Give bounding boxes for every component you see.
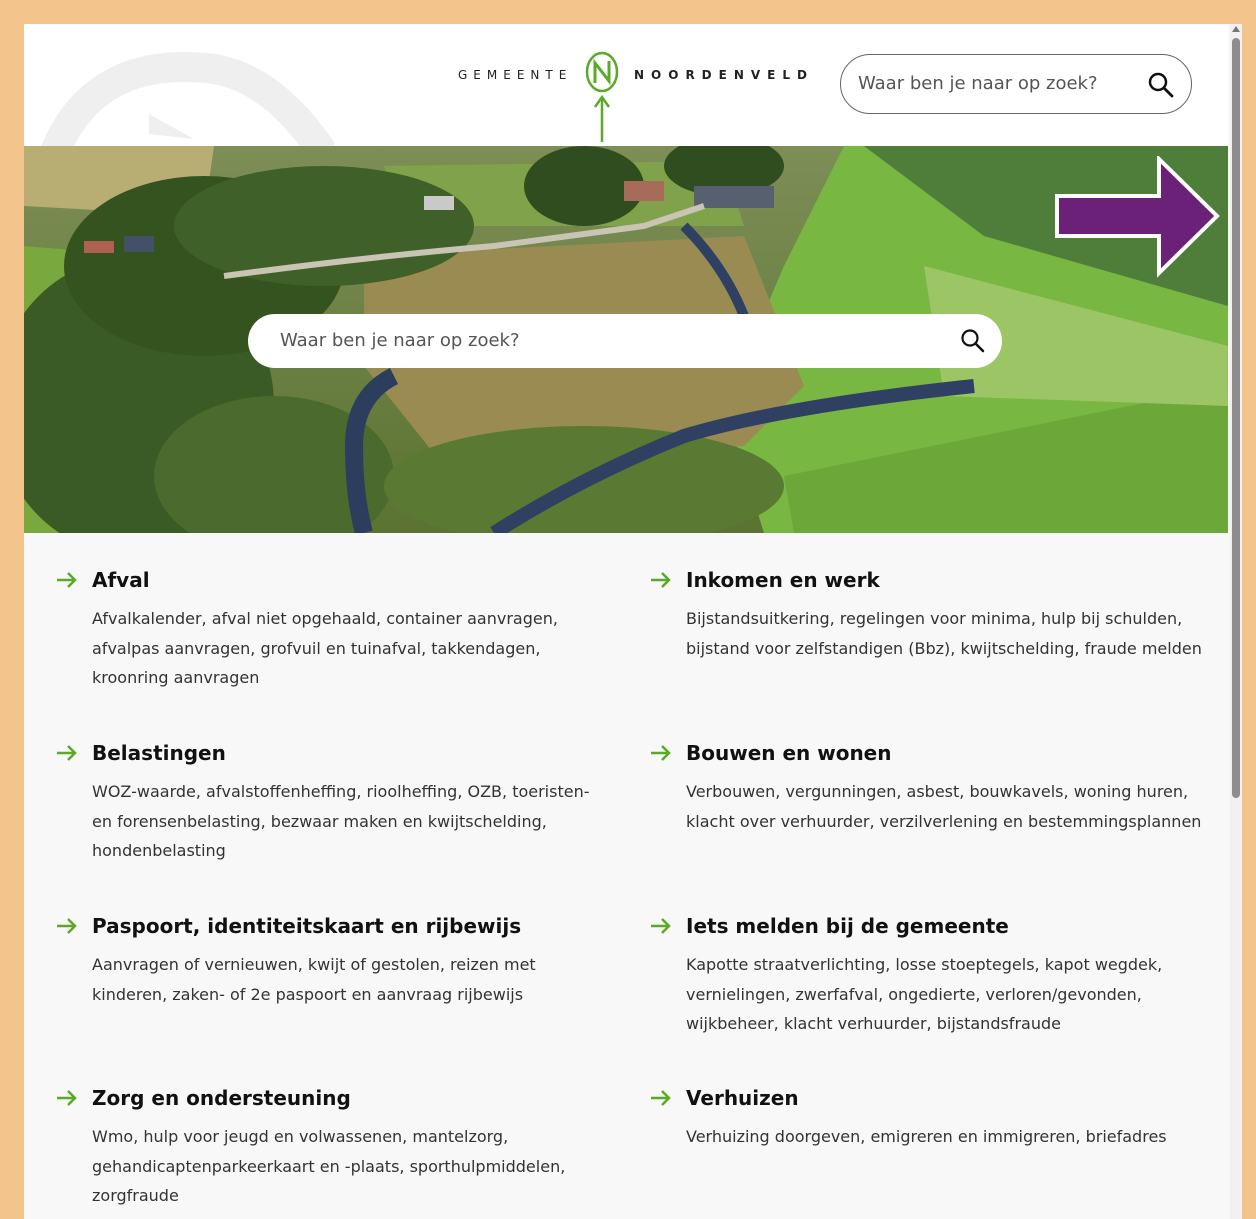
arrow-right-icon: [57, 572, 77, 588]
hero-banner: Waar ben je naar op zoek?: [24, 146, 1228, 533]
scrollbar-thumb[interactable]: [1232, 38, 1240, 798]
vertical-scrollbar[interactable]: [1230, 24, 1242, 1219]
category-title[interactable]: Iets melden bij de gemeente: [686, 914, 1009, 938]
scroll-up-arrow-icon[interactable]: [1232, 26, 1240, 32]
noordenveld-logo[interactable]: GEMEENTE NOORDENVELD: [454, 38, 834, 142]
category-description: Bijstandsuitkering, regelingen voor mini…: [686, 609, 1202, 658]
hero-search-input[interactable]: Waar ben je naar op zoek?: [248, 314, 1002, 368]
arrow-right-icon: [57, 745, 77, 761]
annotation-arrow-icon: [1055, 156, 1220, 278]
category-description: Kapotte straatverlichting, losse stoepte…: [686, 955, 1163, 1033]
site-header: GEMEENTE NOORDENVELD Waar ben je naar op…: [24, 24, 1228, 146]
category-description: Aanvragen of vernieuwen, kwijt of gestol…: [92, 955, 536, 1004]
header-search-input[interactable]: Waar ben je naar op zoek?: [840, 54, 1192, 114]
header-search-placeholder: Waar ben je naar op zoek?: [858, 73, 1098, 94]
browser-viewport: GEMEENTE NOORDENVELD Waar ben je naar op…: [24, 24, 1242, 1219]
logo-text-gemeente: GEMEENTE: [458, 68, 573, 82]
category-description: Verhuizing doorgeven, emigreren en immig…: [686, 1127, 1167, 1146]
category-description: Wmo, hulp voor jeugd en volwassenen, man…: [92, 1127, 566, 1205]
search-icon[interactable]: [960, 328, 986, 354]
category-title[interactable]: Zorg en ondersteuning: [92, 1086, 351, 1110]
category-description: Verbouwen, vergunningen, asbest, bouwkav…: [686, 782, 1202, 831]
category-title[interactable]: Paspoort, identiteitskaart en rijbewijs: [92, 914, 521, 938]
category-grid: Afval Afvalkalender, afval niet opgehaal…: [24, 533, 1228, 1219]
background-logo-arc: [41, 52, 334, 146]
category-title[interactable]: Verhuizen: [686, 1086, 799, 1110]
arrow-right-icon: [651, 918, 671, 934]
category-description: Afvalkalender, afval niet opgehaald, con…: [92, 609, 558, 687]
arrow-right-icon: [651, 1090, 671, 1106]
logo-text-noordenveld: NOORDENVELD: [634, 68, 814, 82]
search-icon[interactable]: [1147, 71, 1175, 99]
category-title[interactable]: Inkomen en werk: [686, 568, 880, 592]
arrow-right-icon: [57, 1090, 77, 1106]
category-description: WOZ-waarde, afvalstoffenheffing, rioolhe…: [92, 782, 590, 860]
category-title[interactable]: Bouwen en wonen: [686, 741, 892, 765]
category-title[interactable]: Afval: [92, 568, 150, 592]
hero-search-placeholder: Waar ben je naar op zoek?: [280, 330, 520, 351]
category-title[interactable]: Belastingen: [92, 741, 226, 765]
logo-n-arrow-icon: [585, 51, 619, 142]
arrow-right-icon: [651, 745, 671, 761]
arrow-right-icon: [651, 572, 671, 588]
arrow-right-icon: [57, 918, 77, 934]
